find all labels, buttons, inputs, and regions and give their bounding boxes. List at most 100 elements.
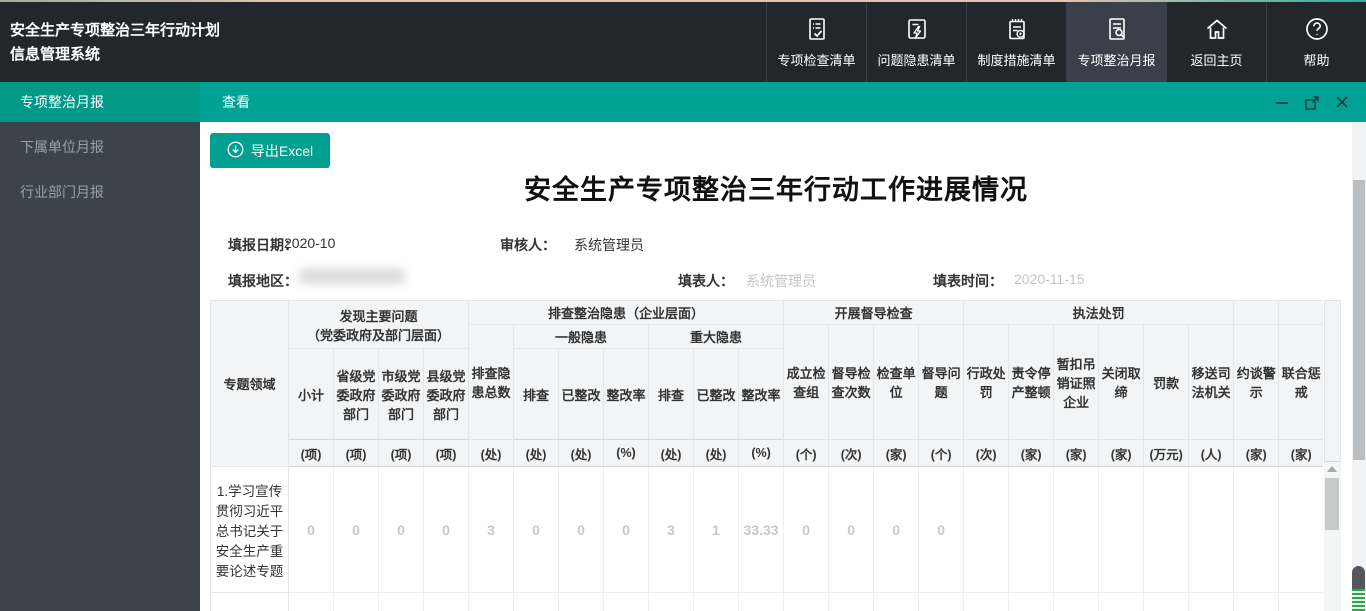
reviewer-label: 审核人： [500, 235, 556, 255]
unit-cell: (项) [289, 440, 334, 467]
group-header: 发现主要问题 （党委政府及部门层面） [289, 301, 469, 349]
sub-header: 联合惩戒 [1279, 325, 1323, 440]
sidebar: 专项整治月报 下属单位月报 行业部门月报 [0, 82, 200, 611]
data-cell [874, 593, 919, 611]
page-scrollbar-thumb[interactable] [1353, 180, 1365, 460]
window-controls [1274, 94, 1366, 110]
leaf-header: 市级党委政府部门 [379, 349, 424, 440]
group-header [1279, 301, 1323, 325]
sub-header: 约谈警示 [1234, 325, 1279, 440]
fill-time-value: 2020-11-15 [1014, 271, 1085, 287]
leaf-header: 县级党委政府部门 [424, 349, 469, 440]
calendar-stamp-icon [1003, 15, 1031, 43]
unit-cell: (万元) [1144, 440, 1189, 467]
sidebar-item-subordinate-units[interactable]: 下属单位月报 [0, 127, 200, 167]
main-content: 导出Excel 安全生产专项整治三年行动工作进展情况 填报日期： 2020-10… [200, 122, 1366, 611]
data-cell [1099, 593, 1144, 611]
group-header: 排查整治隐患（企业层面） [469, 301, 784, 325]
row-label: 2.落实企业 [211, 593, 289, 611]
group-header: 开展督导检查 [784, 301, 964, 325]
green-stripes-decoration [1352, 589, 1365, 611]
filler-label: 填表人： [678, 271, 734, 291]
table-scrollbar-thumb[interactable] [1325, 478, 1339, 530]
download-icon [227, 141, 244, 161]
data-cell: 0 [604, 467, 649, 593]
page-scrollbar [1352, 122, 1366, 611]
data-cell [1054, 467, 1099, 593]
sub-header: 移送司法机关 [1189, 325, 1234, 440]
fill-time-label: 填表时间： [933, 271, 1003, 291]
leaf-header: 排查 [514, 349, 559, 440]
filler-value: 系统管理员 [746, 271, 816, 291]
leaf-header: 小计 [289, 349, 334, 440]
report-title: 安全生产专项整治三年行动工作进展情况 [200, 168, 1352, 207]
maximize-icon[interactable] [1304, 94, 1320, 110]
unit-cell: (项) [424, 440, 469, 467]
unit-cell: (家) [874, 440, 919, 467]
data-cell: 0 [784, 467, 829, 593]
sub-header: 督导问题 [919, 325, 964, 440]
sub-header: 成立检查组 [784, 325, 829, 440]
sidebar-item-monthly-report[interactable]: 专项整治月报 [0, 82, 200, 122]
sidebar-item-label: 专项整治月报 [20, 94, 104, 110]
data-cell [1054, 593, 1099, 611]
scroll-up-arrow-icon[interactable] [1327, 466, 1337, 472]
data-cell [649, 593, 694, 611]
nav-item-hazard-list[interactable]: 问题隐患清单 [866, 2, 966, 82]
data-cell [739, 593, 784, 611]
nav-item-label: 问题隐患清单 [877, 50, 955, 69]
unit-cell: (项) [334, 440, 379, 467]
unit-cell: (家) [1054, 440, 1099, 467]
row-label: 1.学习宣传贯彻习近平总书记关于安全生产重要论述专题 [211, 467, 289, 593]
region-label: 填报地区： [228, 271, 298, 291]
data-cell [919, 593, 964, 611]
unit-cell: (%) [739, 440, 784, 467]
unit-cell: (处) [514, 440, 559, 467]
nav-item-help[interactable]: 帮助 [1266, 2, 1366, 82]
export-excel-button[interactable]: 导出Excel [210, 133, 330, 168]
data-cell [784, 593, 829, 611]
unit-cell: (个) [919, 440, 964, 467]
group-header [1234, 301, 1279, 325]
sub-header: 排查隐患总数 [469, 325, 514, 440]
sub-header: 罚款 [1144, 325, 1189, 440]
data-cell: 0 [334, 467, 379, 593]
leaf-header: 排查 [649, 349, 694, 440]
leaf-header: 已整改 [559, 349, 604, 440]
data-cell: 0 [379, 467, 424, 593]
nav-item-label: 制度措施清单 [977, 50, 1055, 69]
checklist-icon [803, 15, 831, 43]
close-icon[interactable] [1334, 94, 1350, 110]
data-cell: 0 [874, 467, 919, 593]
unit-cell: (人) [1189, 440, 1234, 467]
data-cell [1144, 467, 1189, 593]
report-table: 专题领域发现主要问题 （党委政府及部门层面）排查整治隐患（企业层面）开展督导检查… [210, 300, 1323, 611]
data-cell: 3 [469, 467, 514, 593]
data-cell: 33.33 [739, 467, 784, 593]
group-header: 执法处罚 [964, 301, 1234, 325]
sidebar-item-industry-departments[interactable]: 行业部门月报 [0, 172, 200, 212]
sub-header: 一般隐患 [514, 325, 649, 349]
nav-item-measures-list[interactable]: 制度措施清单 [966, 2, 1066, 82]
unit-cell: (处) [649, 440, 694, 467]
data-cell [379, 593, 424, 611]
column-header-topic-area: 专题领域 [211, 301, 289, 467]
nav-item-inspection-list[interactable]: 专项检查清单 [766, 2, 866, 82]
data-cell: 0 [424, 467, 469, 593]
sub-header: 检查单位 [874, 325, 919, 440]
region-value-redacted [298, 268, 406, 285]
nav-item-home[interactable]: 返回主页 [1166, 2, 1266, 82]
data-cell [289, 593, 334, 611]
data-cell [1189, 467, 1234, 593]
minimize-icon[interactable] [1274, 94, 1290, 110]
data-cell: 0 [829, 467, 874, 593]
data-cell [1189, 593, 1234, 611]
data-cell [469, 593, 514, 611]
table-scrollbar [1324, 462, 1341, 611]
sub-header: 重大隐患 [649, 325, 784, 349]
page-scrollbar-grip[interactable] [1352, 566, 1365, 590]
nav-item-monthly-report[interactable]: 专项整治月报 [1066, 2, 1166, 82]
sub-header: 责令停产整顿 [1009, 325, 1054, 440]
data-cell [604, 593, 649, 611]
nav-item-label: 专项检查清单 [777, 50, 855, 69]
